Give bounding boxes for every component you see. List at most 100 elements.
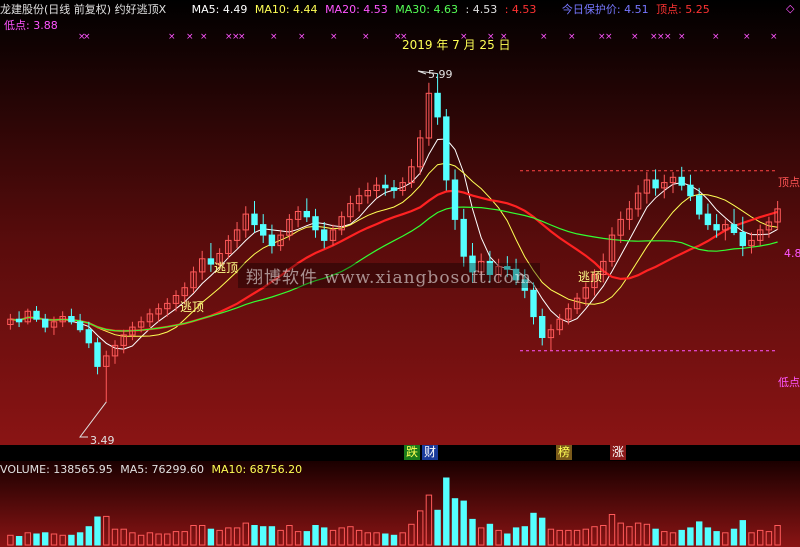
- low-price: 低点: 3.88: [4, 19, 58, 32]
- candle-body: [390, 187, 398, 191]
- tag-cai: 财: [422, 445, 439, 460]
- date-label: 2019 年 7 月 25 日: [402, 38, 511, 52]
- candle-body: [451, 179, 459, 220]
- candle-body: [85, 329, 92, 344]
- volume-bar: [469, 518, 476, 546]
- escape-label-1: 逃顶: [214, 261, 239, 275]
- peak-label: 5.99: [428, 68, 453, 81]
- candle-body: [434, 92, 441, 118]
- candle-body: [260, 224, 267, 236]
- right-price-label: 4.8: [784, 247, 800, 260]
- candle-body: [303, 211, 311, 218]
- marker-x: ×: [568, 32, 576, 42]
- marker-x: ×: [238, 32, 246, 42]
- candle-body: [382, 184, 389, 189]
- marker-x: ×: [605, 32, 613, 42]
- volume-bar: [94, 516, 101, 546]
- volume-bar: [739, 520, 746, 546]
- candle-body: [76, 321, 84, 331]
- volume-bar: [460, 500, 467, 546]
- ma10-value: MA10: 4.44: [254, 3, 318, 16]
- trough-label: 3.49: [90, 434, 115, 447]
- header-bar: 龙建股份(日线 前复权) 约好逃顶X MA5: 4.49 MA10: 4.44 …: [0, 2, 714, 17]
- candle-body: [460, 218, 467, 257]
- marker-x: ×: [83, 32, 91, 42]
- candle-body: [652, 179, 659, 189]
- tag-zhang: 涨: [610, 445, 627, 460]
- candle-body: [678, 176, 685, 186]
- volume-bar: [704, 527, 712, 546]
- stock-chart-window: × × × × × × × × × × × × × × × × × × × × × × × × × × × × × 龙建股份(日线 前复…: [0, 0, 800, 547]
- volume-header: VOLUME: 138565.95 MA5: 76299.60 MA10: 68…: [0, 462, 306, 477]
- volume-bar: [451, 498, 459, 546]
- volume-bar: [68, 534, 75, 546]
- volume-bar: [521, 526, 528, 546]
- marker-x: ×: [330, 32, 338, 42]
- candle: [443, 109, 450, 191]
- candle-body: [207, 258, 215, 265]
- candle-body: [94, 342, 101, 367]
- candle-body: [251, 213, 258, 226]
- candle-body: [268, 234, 276, 247]
- volume-bar: [730, 528, 738, 546]
- volume-bar: [382, 533, 389, 546]
- right-top-label: 顶点: [778, 176, 800, 189]
- volume-ma10: MA10: 68756.20: [211, 463, 303, 476]
- marker-x: ×: [298, 32, 306, 42]
- escape-label-3: 逃顶: [578, 270, 603, 284]
- volume-bar: [33, 533, 40, 546]
- candle-body: [539, 316, 546, 338]
- volume-bar: [76, 532, 84, 546]
- volume-bar: [539, 517, 546, 546]
- tag-bang: 榜: [556, 445, 573, 460]
- candle-body: [713, 224, 720, 231]
- marker-x: ×: [678, 32, 686, 42]
- right-low-label: 低点: [778, 376, 800, 389]
- top-price: 顶点: 5.25: [656, 3, 710, 16]
- candle-body: [530, 289, 537, 318]
- extra-value-1: : 4.53: [465, 3, 498, 16]
- ma20-value: MA20: 4.53: [325, 3, 388, 16]
- volume-bar: [321, 527, 328, 546]
- ma5-value: MA5: 4.49: [191, 3, 248, 16]
- candle-body: [696, 195, 703, 215]
- volume-bar: [207, 528, 215, 546]
- candle-body: [68, 316, 75, 323]
- volume-bar: [312, 525, 319, 546]
- volume-bar: [678, 529, 685, 546]
- candle-body: [321, 229, 328, 241]
- candle-body: [33, 310, 40, 320]
- marker-x: ×: [743, 32, 751, 42]
- marker-x: ×: [631, 32, 639, 42]
- volume-bar: [42, 532, 49, 546]
- extra-value-2: : 4.53: [504, 3, 537, 16]
- volume-bar: [652, 528, 659, 546]
- volume-bar: [303, 531, 311, 546]
- marker-x: ×: [664, 32, 672, 42]
- candle-body: [730, 224, 738, 234]
- volume-bar: [85, 526, 92, 546]
- tag-die: 跌: [404, 445, 421, 460]
- volume-bar: [696, 521, 703, 546]
- volume-bar: [687, 527, 694, 546]
- candle-body: [443, 116, 450, 181]
- marker-x: ×: [200, 32, 208, 42]
- candle-body: [312, 216, 319, 231]
- stock-title: 龙建股份(日线 前复权) 约好逃顶X: [0, 3, 167, 16]
- volume-bar: [390, 534, 398, 546]
- volume-bar: [504, 533, 511, 546]
- volume-bar: [713, 531, 720, 546]
- ma30-value: MA30: 4.63: [395, 3, 458, 16]
- candle-body: [704, 213, 712, 226]
- corner-icon[interactable]: ◇: [786, 2, 794, 15]
- separator-bar: [0, 445, 800, 461]
- volume-bar: [434, 509, 441, 546]
- volume-bar: [15, 536, 23, 546]
- protect-price: 今日保护价: 4.51: [561, 3, 649, 16]
- volume-bar: [260, 526, 267, 546]
- escape-label-2: 逃顶: [180, 300, 205, 314]
- marker-x: ×: [540, 32, 548, 42]
- volume-bar: [512, 527, 520, 546]
- volume-bar: [251, 525, 258, 546]
- candle-body: [687, 184, 694, 197]
